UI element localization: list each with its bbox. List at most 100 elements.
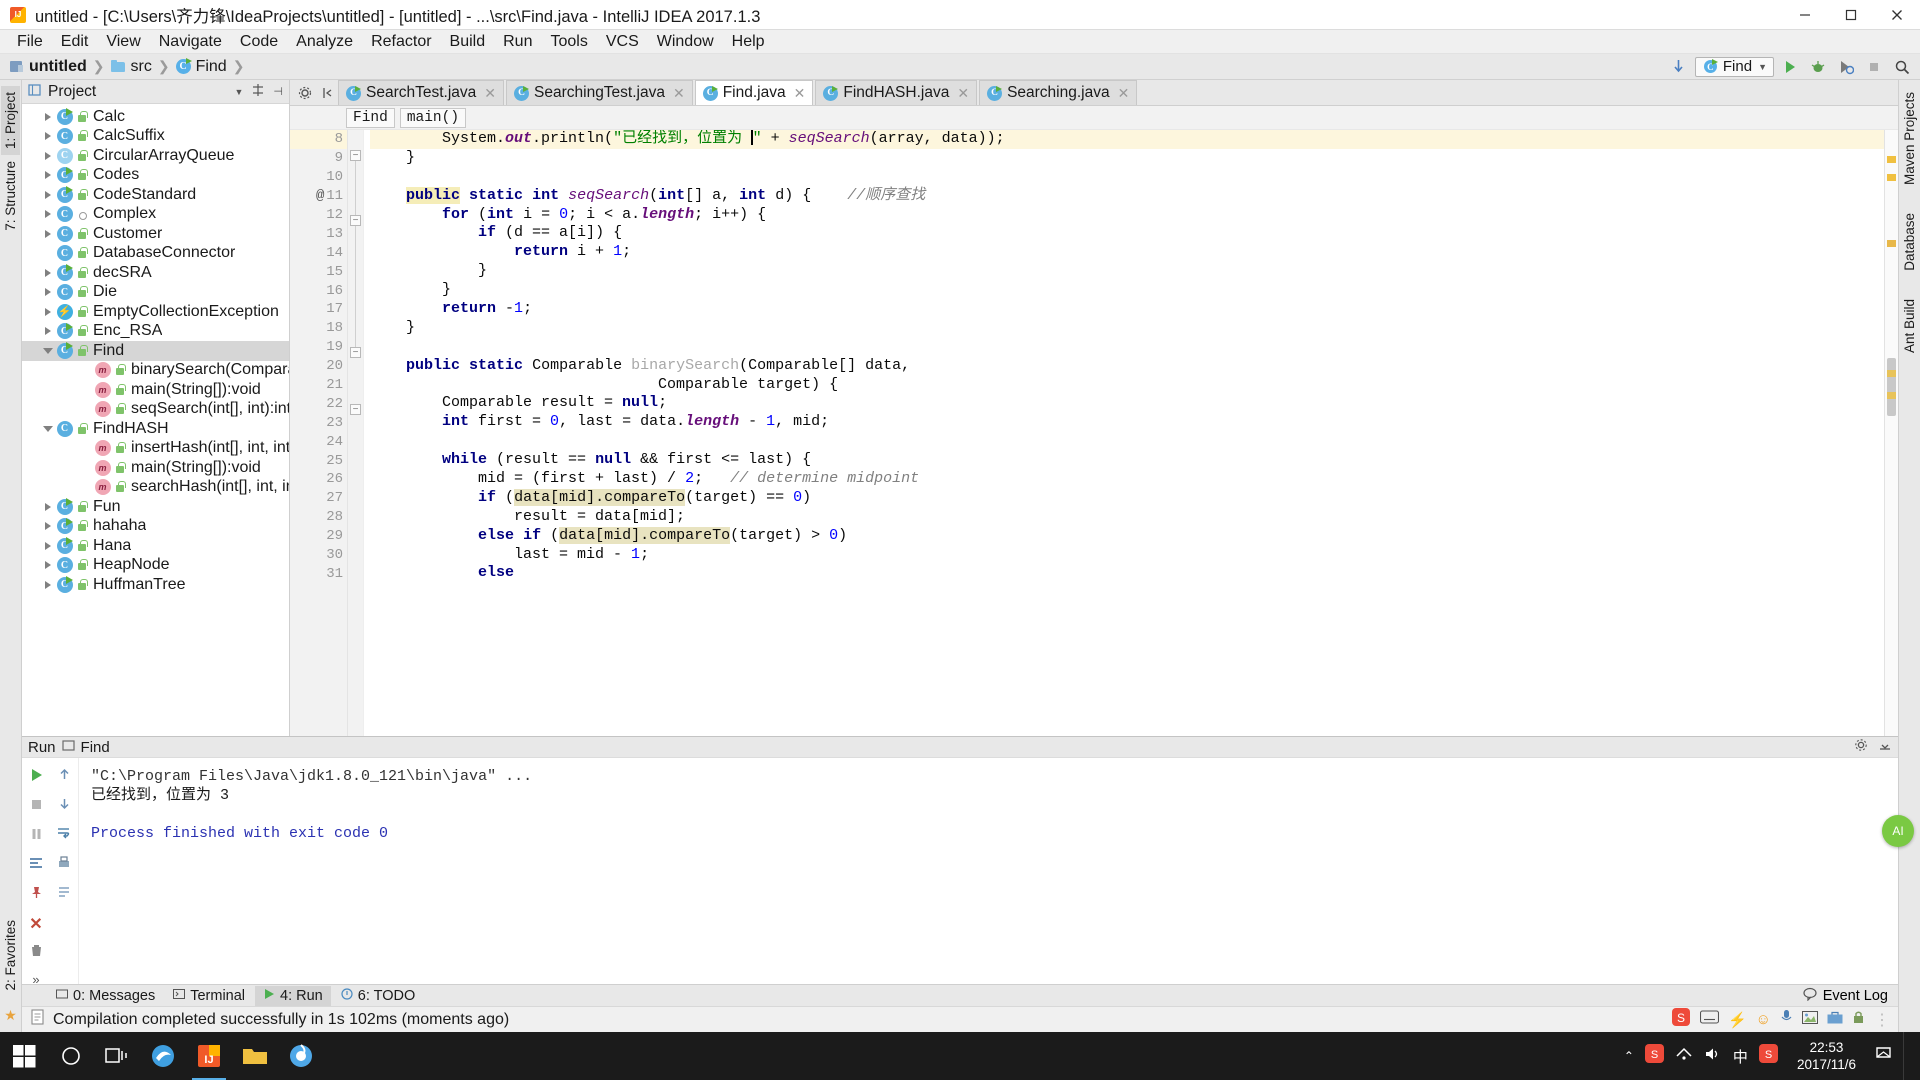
maximize-button[interactable] — [1828, 0, 1874, 29]
sidebar-item-structure[interactable]: 7: Structure — [1, 155, 20, 237]
editor-tab[interactable]: C SearchTest.java ✕ — [338, 80, 505, 105]
notification-icon[interactable] — [1875, 1045, 1892, 1067]
menu-analyze[interactable]: Analyze — [287, 31, 362, 53]
code-line[interactable]: if (d == a[i]) { — [370, 224, 1884, 243]
line-number[interactable]: 17 — [290, 300, 347, 319]
scroll-to-end-icon[interactable] — [56, 885, 72, 906]
marker-scrollbar[interactable] — [1884, 130, 1898, 736]
menu-help[interactable]: Help — [723, 31, 774, 53]
chevron-right-icon[interactable] — [40, 167, 56, 183]
tree-node[interactable]: C FindHASH — [22, 419, 289, 439]
chevron-right-icon[interactable] — [40, 148, 56, 164]
tree-node[interactable]: m seqSearch(int[], int):int — [22, 400, 289, 420]
chevron-right-icon[interactable] — [40, 265, 56, 281]
warning-marker[interactable] — [1887, 156, 1896, 163]
lock-icon[interactable] — [1852, 1010, 1865, 1030]
menu-navigate[interactable]: Navigate — [150, 31, 231, 53]
sogou-tray-icon[interactable]: S — [1644, 1044, 1664, 1068]
floating-assistant-widget[interactable]: AI — [1882, 815, 1914, 847]
line-number[interactable]: 18 — [290, 319, 347, 338]
chevron-right-icon[interactable] — [40, 518, 56, 534]
menu-run[interactable]: Run — [494, 31, 541, 53]
code-line[interactable]: if (data[mid].compareTo(target) == 0) — [370, 488, 1884, 508]
code-line[interactable]: last = mid - 1; — [370, 546, 1884, 565]
run-tab-label[interactable]: Run — [28, 739, 56, 756]
code-line[interactable]: System.out.println("已经找到，位置为 " + seqSear… — [370, 130, 1884, 149]
fold-marker[interactable]: − — [350, 215, 361, 226]
tree-node[interactable]: m main(String[]):void — [22, 458, 289, 478]
close-tab-icon[interactable]: ✕ — [673, 85, 685, 102]
code-line[interactable]: public static int seqSearch(int[] a, int… — [370, 186, 1884, 206]
explorer-icon[interactable] — [232, 1032, 278, 1080]
line-number[interactable]: 16 — [290, 281, 347, 300]
tree-node[interactable]: C Find — [22, 341, 289, 361]
tree-node[interactable]: m searchHash(int[], int, int):i — [22, 478, 289, 498]
rerun-button[interactable] — [28, 767, 44, 788]
menu-window[interactable]: Window — [648, 31, 723, 53]
code-line[interactable]: } — [370, 281, 1884, 300]
console-output[interactable]: "C:\Program Files\Java\jdk1.8.0_121\bin\… — [78, 758, 1898, 984]
code-line[interactable]: } — [370, 149, 1884, 168]
close-icon[interactable]: ✕ — [29, 914, 42, 934]
line-number[interactable]: 14 — [290, 243, 347, 262]
source-code[interactable]: System.out.println("已经找到，位置为 " + seqSear… — [364, 130, 1884, 736]
close-tab-icon[interactable]: ✕ — [484, 85, 496, 102]
menu-build[interactable]: Build — [441, 31, 495, 53]
warning-marker[interactable] — [1887, 174, 1896, 181]
pause-button[interactable] — [29, 826, 44, 846]
menu-vcs[interactable]: VCS — [597, 31, 648, 53]
fold-column[interactable]: − − − − — [348, 130, 364, 736]
editor-tab[interactable]: C Searching.java ✕ — [979, 80, 1138, 105]
line-number[interactable]: 15 — [290, 262, 347, 281]
ime-indicator[interactable]: 中 — [1733, 1046, 1748, 1067]
bottom-tab[interactable]: 0: Messages — [48, 986, 163, 1006]
line-number[interactable]: 8 — [290, 130, 347, 149]
bottom-tab[interactable]: 4: Run — [255, 985, 331, 1006]
sidebar-item-maven[interactable]: Maven Projects — [1900, 86, 1919, 191]
code-line[interactable]: else — [370, 564, 1884, 583]
chevron-down-icon[interactable]: ▼ — [234, 87, 243, 97]
chevron-right-icon[interactable] — [40, 323, 56, 339]
line-number[interactable]: 29 — [290, 527, 347, 546]
event-log-label[interactable]: Event Log — [1823, 988, 1888, 1004]
edge-icon[interactable] — [140, 1032, 186, 1080]
hide-tabs-icon[interactable] — [316, 81, 338, 105]
line-number[interactable]: 22 — [290, 394, 347, 413]
sidebar-item-ant-build[interactable]: Ant Build — [1900, 293, 1919, 359]
line-number[interactable]: 26 — [290, 470, 347, 489]
lightning-icon[interactable]: ⚡ — [1728, 1011, 1747, 1029]
bottom-tab[interactable]: Terminal — [165, 986, 253, 1006]
breadcrumb-folder[interactable]: src — [108, 58, 155, 76]
line-number[interactable]: 24 — [290, 432, 347, 451]
breadcrumb-class[interactable]: C Find — [173, 58, 230, 76]
chevron-right-icon[interactable] — [40, 557, 56, 573]
volume-icon[interactable] — [1704, 1046, 1722, 1067]
tree-node[interactable]: C Fun — [22, 497, 289, 517]
menu-edit[interactable]: Edit — [52, 31, 98, 53]
trace-button[interactable] — [28, 855, 44, 876]
tree-node[interactable]: m main(String[]):void — [22, 380, 289, 400]
occurrence-marker[interactable] — [1887, 370, 1896, 377]
line-number-gutter[interactable]: 8 9 10 @11 12 13 14 15 16 17 18 19 20 21 22 23 24 25 26 27 2… — [290, 130, 348, 736]
line-number[interactable]: 30 — [290, 546, 347, 565]
tree-node[interactable]: C CalcSuffix — [22, 127, 289, 147]
debug-button[interactable] — [1806, 56, 1830, 78]
breadcrumb-module[interactable]: untitled — [6, 58, 90, 76]
settings-gear-icon[interactable] — [294, 81, 316, 105]
code-line[interactable]: Comparable result = null; — [370, 394, 1884, 413]
menu-file[interactable]: File — [8, 31, 52, 53]
run-button[interactable] — [1778, 56, 1802, 78]
code-line[interactable]: public static Comparable binarySearch(Co… — [370, 357, 1884, 376]
chevron-right-icon[interactable] — [40, 109, 56, 125]
line-number[interactable]: 23 — [290, 413, 347, 432]
sogou-pinyin-icon[interactable]: S — [1758, 1044, 1778, 1068]
task-view-icon[interactable] — [94, 1032, 140, 1080]
tree-node[interactable]: Chahaha — [22, 517, 289, 537]
code-line[interactable] — [370, 432, 1884, 451]
chevron-right-icon[interactable] — [40, 304, 56, 320]
pin-tab-icon[interactable] — [29, 885, 44, 905]
sidebar-item-database[interactable]: Database — [1900, 207, 1919, 277]
tree-node[interactable]: C Hana — [22, 536, 289, 556]
code-line[interactable]: return i + 1; — [370, 243, 1884, 262]
sidebar-item-favorites[interactable]: 2: Favorites — [1, 914, 20, 997]
